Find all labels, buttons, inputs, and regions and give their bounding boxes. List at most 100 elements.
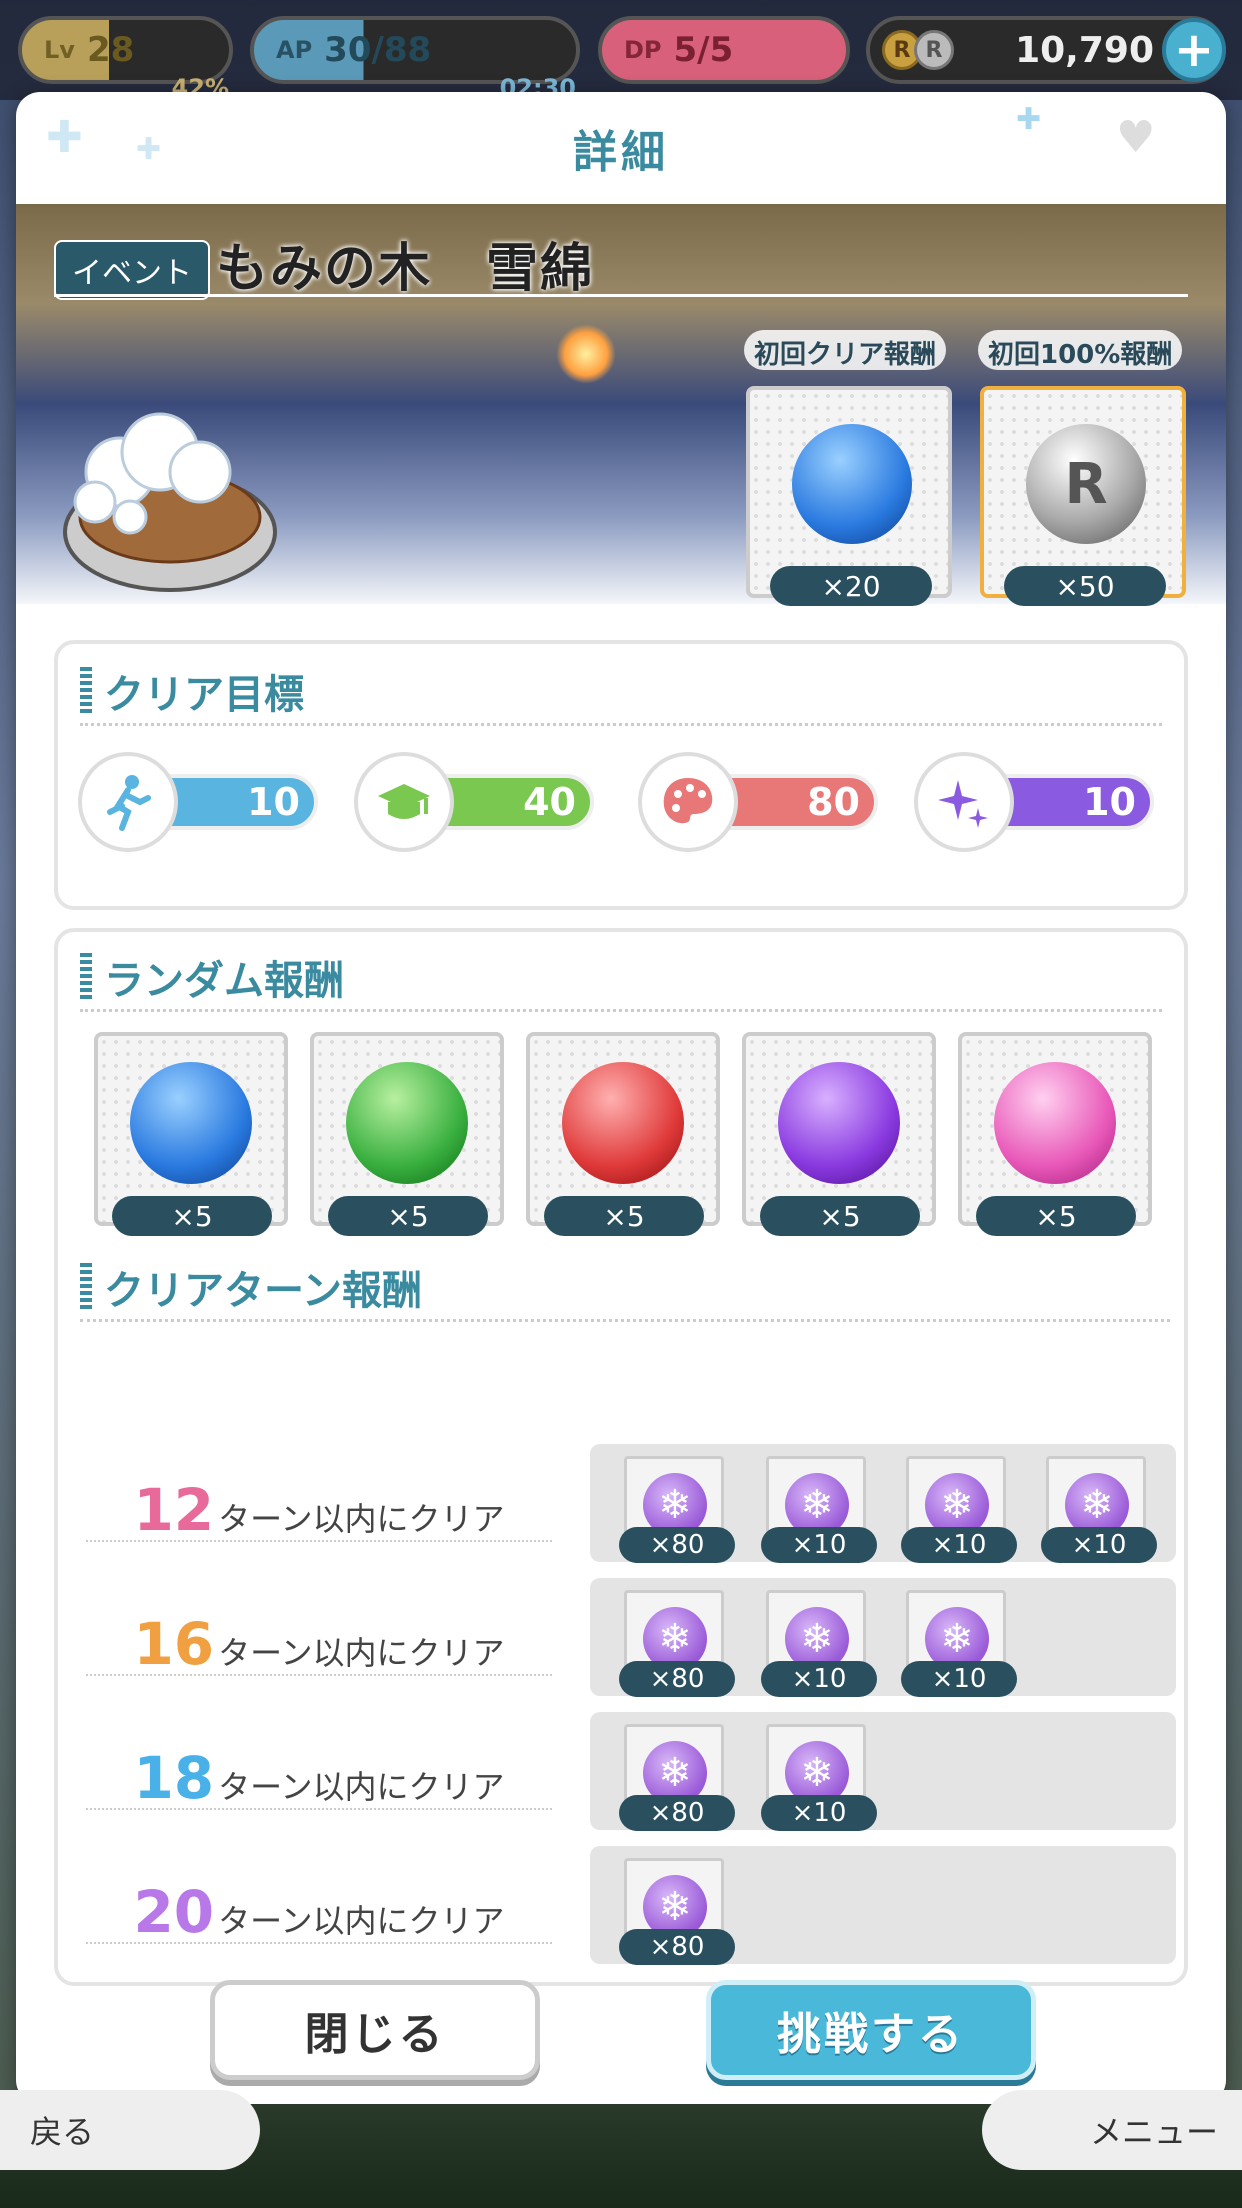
clear-goals-panel: クリア目標 10 40 80 10	[54, 640, 1188, 910]
coin-value: 10,790	[1015, 29, 1154, 71]
reward-count: ×10	[901, 1527, 1017, 1563]
modal-title-bar: ✚ ✚ ✚ ♥ 詳細	[16, 92, 1226, 204]
turn-number: 12	[133, 1476, 215, 1544]
first-clear-reward[interactable]: ×20	[746, 386, 952, 606]
random-rewards-header: ランダム報酬	[80, 952, 1162, 1012]
random-reward-item[interactable]: ×5	[958, 1032, 1152, 1236]
turn-reward-row: 16 ターン以内にクリア ❄ ×80 ❄ ×10 ❄ ×10	[58, 1574, 1192, 1697]
turn-reward-item[interactable]: ❄ ×80	[619, 1858, 735, 1965]
goal-value: 10	[1083, 780, 1136, 824]
clear-goals-header: クリア目標	[80, 666, 1162, 726]
random-reward-item[interactable]: ×5	[526, 1032, 720, 1236]
challenge-button[interactable]: 挑戦する	[706, 1980, 1036, 2080]
clear-goals-title: クリア目標	[104, 671, 304, 718]
green-orb-icon	[346, 1062, 468, 1184]
reward-count: ×80	[619, 1795, 735, 1831]
turn-reward-row: 20 ターン以内にクリア ❄ ×80	[58, 1842, 1192, 1965]
bottom-nav: 戻る メニュー	[0, 2090, 1242, 2208]
rewards-panel: ランダム報酬 ×5 ×5 ×5 ×5 ×5 クリアターン報酬 12 ターン以内に…	[54, 928, 1188, 1986]
random-reward-item[interactable]: ×5	[94, 1032, 288, 1236]
first-100-label: 初回100%報酬	[978, 330, 1183, 370]
turn-number: 18	[133, 1744, 215, 1812]
coin-pill: R R 10,790 +	[866, 16, 1226, 84]
turn-reward-row: 18 ターン以内にクリア ❄ ×80 ❄ ×10	[58, 1708, 1192, 1831]
dp-tag: DP	[624, 36, 662, 64]
sparkle-icon: ✚	[46, 112, 87, 163]
palette-icon	[638, 752, 738, 852]
turn-text: ターン以内にクリア	[218, 1768, 505, 1806]
turn-rewards-list: ❄ ×80 ❄ ×10 ❄ ×10 ❄ ×10	[590, 1444, 1176, 1563]
blue-orb-icon	[792, 424, 912, 544]
turn-rewards-list: ❄ ×80 ❄ ×10	[590, 1712, 1176, 1831]
turn-rewards-header: クリアターン報酬	[80, 1262, 1170, 1322]
turn-reward-item[interactable]: ❄ ×10	[901, 1590, 1017, 1697]
add-coin-button[interactable]: +	[1162, 18, 1226, 82]
sparkle-icon: ✚	[136, 132, 166, 167]
goal-study: 40	[354, 752, 604, 852]
section-bar-icon	[80, 1262, 92, 1311]
random-reward-item[interactable]: ×5	[310, 1032, 504, 1236]
turn-reward-item[interactable]: ❄ ×10	[1041, 1456, 1157, 1563]
reward-count: ×10	[1041, 1527, 1157, 1563]
running-icon	[78, 752, 178, 852]
turn-reward-item[interactable]: ❄ ×10	[761, 1724, 877, 1831]
close-button[interactable]: 閉じる	[210, 1980, 540, 2080]
turn-condition: 18 ターン以内にクリア	[86, 1744, 552, 1812]
random-rewards-title: ランダム報酬	[104, 957, 344, 1004]
red-orb-icon	[562, 1062, 684, 1184]
status-bar: Lv 28 42% AP 30/88 02:30 DP 5/5 R R 10,7…	[0, 0, 1242, 102]
reward-count: ×10	[761, 1795, 877, 1831]
stage-snow-bowl-icon	[63, 412, 277, 592]
reward-count: ×5	[976, 1196, 1136, 1236]
first-clear-label: 初回クリア報酬	[744, 330, 947, 370]
turn-reward-item[interactable]: ❄ ×10	[901, 1456, 1017, 1563]
turn-text: ターン以内にクリア	[218, 1634, 505, 1672]
title-divider	[54, 294, 1188, 297]
random-reward-item[interactable]: ×5	[742, 1032, 936, 1236]
reward-count: ×5	[112, 1196, 272, 1236]
menu-button[interactable]: メニュー	[982, 2090, 1242, 2170]
turn-reward-item[interactable]: ❄ ×80	[619, 1724, 735, 1831]
reward-count: ×5	[760, 1196, 920, 1236]
first-100-reward[interactable]: R ×50	[980, 386, 1186, 606]
reward-count: ×20	[770, 566, 932, 606]
turn-text: ターン以内にクリア	[218, 1902, 505, 1940]
turn-condition: 12 ターン以内にクリア	[86, 1476, 552, 1544]
sparkle-icon: ✚	[1016, 102, 1046, 137]
turn-rewards-list: ❄ ×80	[590, 1846, 1176, 1965]
goal-sparkle: 10	[914, 752, 1164, 852]
turn-reward-row: 12 ターン以内にクリア ❄ ×80 ❄ ×10 ❄ ×10 ❄ ×10	[58, 1440, 1192, 1563]
detail-modal: ✚ ✚ ✚ ♥ 詳細 イベント もみの木 雪綿 初回クリア報酬 初回100%報酬…	[16, 92, 1226, 2104]
reward-count: ×10	[761, 1527, 877, 1563]
turn-reward-item[interactable]: ❄ ×80	[619, 1590, 735, 1697]
turn-condition: 20 ターン以内にクリア	[86, 1878, 552, 1946]
reward-count: ×5	[328, 1196, 488, 1236]
modal-title: 詳細	[573, 127, 669, 178]
back-button[interactable]: 戻る	[0, 2090, 260, 2170]
purple-orb-icon	[778, 1062, 900, 1184]
ap-pill: AP 30/88 02:30	[250, 16, 580, 102]
pink-orb-icon	[994, 1062, 1116, 1184]
reward-count: ×5	[544, 1196, 704, 1236]
turn-reward-item[interactable]: ❄ ×10	[761, 1456, 877, 1563]
goal-running: 10	[78, 752, 328, 852]
goal-value: 40	[523, 780, 576, 824]
goal-value: 10	[247, 780, 300, 824]
turn-number: 16	[133, 1610, 215, 1678]
section-bar-icon	[80, 666, 92, 715]
coin-silver-icon: R	[914, 30, 954, 70]
dp-value: 5/5	[673, 30, 734, 70]
level-pill: Lv 28 42%	[18, 16, 233, 102]
turn-reward-item[interactable]: ❄ ×80	[619, 1456, 735, 1563]
back-label: 戻る	[30, 2113, 95, 2151]
reward-count: ×80	[619, 1527, 735, 1563]
reward-count: ×10	[901, 1661, 1017, 1697]
banner-light	[556, 324, 616, 384]
turn-reward-item[interactable]: ❄ ×10	[761, 1590, 877, 1697]
goal-art: 80	[638, 752, 888, 852]
blue-orb-icon	[130, 1062, 252, 1184]
dp-pill: DP 5/5	[598, 16, 850, 84]
turn-rewards-list: ❄ ×80 ❄ ×10 ❄ ×10	[590, 1578, 1176, 1697]
turn-condition: 16 ターン以内にクリア	[86, 1610, 552, 1678]
turn-rewards-title: クリアターン報酬	[104, 1267, 422, 1314]
